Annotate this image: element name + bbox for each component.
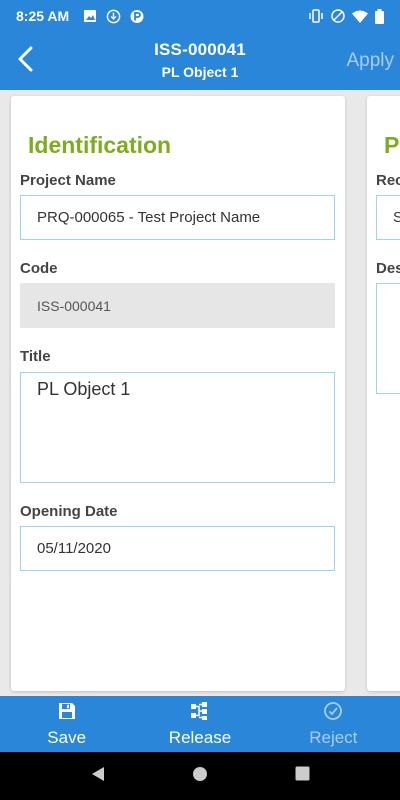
next-section-title: P xyxy=(384,132,400,158)
next-field-2[interactable] xyxy=(376,283,400,394)
download-circle-icon xyxy=(106,9,121,24)
wifi-icon xyxy=(352,10,368,23)
next-field-1[interactable]: S xyxy=(376,195,400,240)
save-label: Save xyxy=(47,727,87,747)
status-bar: 8:25 AM xyxy=(0,0,400,32)
floppy-disk-icon xyxy=(57,701,77,726)
release-button[interactable]: Release xyxy=(133,696,266,752)
reject-label: Reject xyxy=(309,727,358,747)
app-bar: ISS-000041 PL Object 1 Apply xyxy=(0,32,400,90)
nav-home-button[interactable] xyxy=(189,765,211,787)
next-field-1-value: S xyxy=(393,209,400,226)
next-field-label-2: Des xyxy=(376,260,400,277)
opening-date-value: 05/11/2020 xyxy=(37,540,111,557)
project-name-value: PRQ-000065 - Test Project Name xyxy=(37,209,261,226)
content-area: Identification Project Name PRQ-000065 -… xyxy=(0,90,400,696)
release-icon xyxy=(189,701,211,726)
reject-button[interactable]: Reject xyxy=(267,696,400,752)
p-app-icon xyxy=(130,9,144,24)
system-nav-bar xyxy=(0,752,400,800)
page-title: ISS-000041 xyxy=(154,40,246,59)
release-label: Release xyxy=(168,727,232,747)
code-label: Code xyxy=(20,260,58,277)
next-field-label-1: Rec xyxy=(376,172,400,189)
next-section-card[interactable]: P Rec S Des xyxy=(367,96,400,691)
code-field: ISS-000041 xyxy=(20,283,335,328)
reject-circle-icon xyxy=(323,701,343,726)
project-name-label: Project Name xyxy=(20,172,116,189)
code-value: ISS-000041 xyxy=(37,297,111,314)
triangle-back-icon xyxy=(90,766,106,787)
nav-back-button[interactable] xyxy=(87,765,109,787)
status-time: 8:25 AM xyxy=(16,8,70,24)
apply-button[interactable]: Apply xyxy=(346,50,394,72)
title-value: PL Object 1 xyxy=(37,379,131,399)
vibrate-icon xyxy=(308,9,324,23)
nav-recents-button[interactable] xyxy=(291,765,313,787)
project-name-field[interactable]: PRQ-000065 - Test Project Name xyxy=(20,195,335,240)
opening-date-label: Opening Date xyxy=(20,503,118,520)
opening-date-field[interactable]: 05/11/2020 xyxy=(20,526,335,571)
identification-card: Identification Project Name PRQ-000065 -… xyxy=(11,96,345,691)
save-button[interactable]: Save xyxy=(0,696,133,752)
bottom-action-bar: Save Release Reject xyxy=(0,696,400,752)
title-label: Title xyxy=(20,348,51,365)
page-subtitle: PL Object 1 xyxy=(161,64,239,80)
square-recents-icon xyxy=(295,766,310,786)
circle-home-icon xyxy=(192,766,208,787)
signal-blocked-icon xyxy=(331,9,345,23)
section-title-identification: Identification xyxy=(28,132,172,158)
battery-icon xyxy=(375,8,384,24)
title-field[interactable]: PL Object 1 xyxy=(20,372,335,483)
image-icon xyxy=(83,9,97,23)
